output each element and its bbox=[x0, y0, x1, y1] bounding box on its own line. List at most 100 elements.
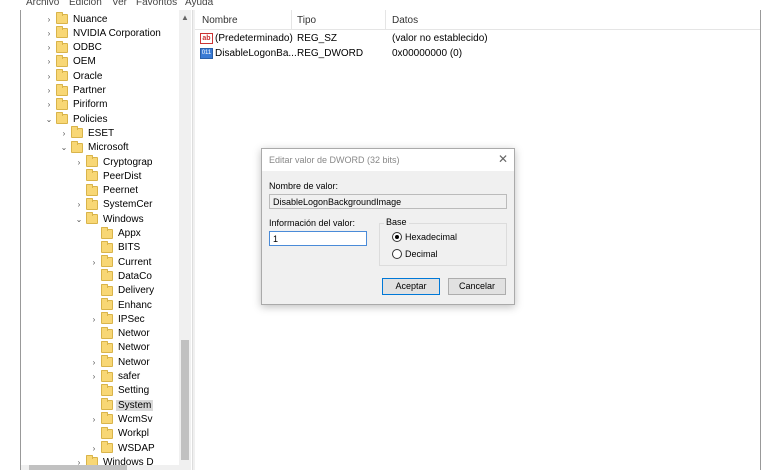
tree-item-label: Networ bbox=[118, 356, 150, 368]
menu-ayuda[interactable]: Ayuda bbox=[185, 0, 213, 8]
chevron-down-icon[interactable]: ⌄ bbox=[59, 143, 69, 152]
tree-item[interactable]: Networ bbox=[89, 326, 152, 341]
tree-item[interactable]: DataCo bbox=[89, 269, 154, 283]
tree-item[interactable]: › Partner bbox=[44, 83, 108, 98]
tree-item[interactable]: › WSDAP bbox=[89, 441, 157, 455]
tree-vertical-scrollbar[interactable]: ▲ bbox=[179, 10, 191, 465]
tree-item[interactable]: Networ bbox=[89, 340, 152, 355]
column-divider[interactable] bbox=[385, 10, 386, 30]
scroll-thumb[interactable] bbox=[181, 340, 189, 460]
tree-item[interactable]: › SystemCer bbox=[74, 197, 154, 212]
value-data-input[interactable]: 1 bbox=[269, 231, 367, 246]
tree-item[interactable]: ⌄ Policies bbox=[44, 112, 109, 126]
tree-item-label: System bbox=[116, 399, 154, 411]
chevron-down-icon[interactable]: ⌄ bbox=[44, 115, 54, 124]
tree-item-label: Setting bbox=[118, 385, 150, 397]
folder-icon bbox=[101, 441, 113, 453]
tree-item[interactable]: System bbox=[89, 398, 154, 412]
base-group bbox=[379, 223, 507, 266]
tree-item[interactable]: Enhanc bbox=[89, 298, 154, 312]
list-row[interactable]: ab (Predeterminado) REG_SZ (valor no est… bbox=[195, 32, 760, 47]
column-header-name[interactable]: Nombre bbox=[202, 15, 238, 26]
scroll-up-icon[interactable]: ▲ bbox=[181, 13, 189, 22]
column-header-type[interactable]: Tipo bbox=[297, 15, 316, 26]
tree-item[interactable]: Peernet bbox=[74, 183, 140, 198]
tree-item[interactable]: Setting bbox=[89, 383, 151, 398]
window-border-right bbox=[760, 10, 761, 470]
tree-item-label: Networ bbox=[118, 342, 150, 354]
value-data: (valor no establecido) bbox=[392, 33, 488, 44]
tree-item[interactable]: › Cryptograp bbox=[74, 155, 154, 169]
tree-item[interactable]: › Current bbox=[89, 255, 153, 269]
chevron-right-icon[interactable]: › bbox=[89, 415, 99, 424]
tree-item-label: NVIDIA Corporation bbox=[73, 27, 161, 39]
menu-ver[interactable]: Ver bbox=[112, 0, 127, 8]
menu-archivo[interactable]: Archivo bbox=[26, 0, 59, 8]
folder-icon bbox=[71, 126, 83, 139]
chevron-right-icon[interactable]: › bbox=[44, 57, 54, 66]
folder-icon bbox=[101, 226, 113, 239]
tree-item[interactable]: › Piriform bbox=[44, 97, 109, 112]
menu-favoritos[interactable]: Favoritos bbox=[136, 0, 177, 8]
chevron-down-icon[interactable]: ⌄ bbox=[74, 215, 84, 224]
radio-dot-icon[interactable] bbox=[392, 232, 402, 242]
folder-icon bbox=[56, 69, 68, 82]
tree-item[interactable]: › Windows D bbox=[74, 455, 156, 465]
tree-item[interactable]: Appx bbox=[89, 226, 143, 241]
tree-item-label: Current bbox=[118, 256, 152, 268]
tree-item-label: DataCo bbox=[118, 270, 152, 282]
tree-item[interactable]: › Oracle bbox=[44, 69, 104, 83]
tree-item[interactable]: ⌄ Microsoft bbox=[59, 140, 131, 155]
radio-decimal[interactable]: Decimal bbox=[392, 249, 438, 259]
chevron-right-icon[interactable]: › bbox=[44, 100, 54, 109]
chevron-right-icon[interactable]: › bbox=[74, 158, 84, 167]
column-header-data[interactable]: Datos bbox=[392, 15, 418, 26]
folder-icon bbox=[101, 383, 113, 396]
cancel-button[interactable]: Cancelar bbox=[448, 278, 506, 295]
tree-item-label: Peernet bbox=[103, 185, 139, 197]
column-divider[interactable] bbox=[291, 10, 292, 30]
scroll-thumb-horizontal[interactable] bbox=[29, 465, 127, 470]
tree-item[interactable]: › ESET bbox=[59, 126, 116, 140]
chevron-right-icon[interactable]: › bbox=[89, 372, 99, 381]
chevron-right-icon[interactable]: › bbox=[44, 15, 54, 24]
ok-button[interactable]: Aceptar bbox=[382, 278, 440, 295]
tree-item[interactable]: ⌄ Windows bbox=[74, 212, 146, 226]
radio-dot-icon[interactable] bbox=[392, 249, 402, 259]
chevron-right-icon[interactable]: › bbox=[89, 358, 99, 367]
tree-horizontal-scrollbar[interactable] bbox=[21, 465, 191, 470]
tree-item[interactable]: › Nuance bbox=[44, 12, 109, 26]
dialog-titlebar[interactable]: Editar valor de DWORD (32 bits) ✕ bbox=[262, 149, 514, 171]
tree-item[interactable]: Workpl bbox=[89, 426, 151, 441]
tree-item[interactable]: › safer bbox=[89, 369, 142, 384]
value-name-field[interactable]: DisableLogonBackgroundImage bbox=[269, 194, 507, 209]
tree-item[interactable]: PeerDist bbox=[74, 169, 143, 183]
tree-item[interactable]: BITS bbox=[89, 240, 142, 255]
chevron-right-icon[interactable]: › bbox=[89, 258, 99, 267]
tree-item[interactable]: › IPSec bbox=[89, 312, 147, 326]
chevron-right-icon[interactable]: › bbox=[89, 315, 99, 324]
tree-item[interactable]: › OEM bbox=[44, 54, 98, 69]
chevron-right-icon[interactable]: › bbox=[59, 129, 69, 138]
tree-item[interactable]: › NVIDIA Corporation bbox=[44, 26, 163, 40]
chevron-right-icon[interactable]: › bbox=[44, 86, 54, 95]
tree-item[interactable]: Delivery bbox=[89, 283, 156, 298]
list-row[interactable]: 011 DisableLogonBa... REG_DWORD 0x000000… bbox=[195, 47, 760, 62]
tree-item-label: WSDAP bbox=[118, 442, 155, 454]
tree-item[interactable]: › ODBC bbox=[44, 40, 104, 55]
chevron-right-icon[interactable]: › bbox=[44, 72, 54, 81]
folder-icon bbox=[101, 255, 113, 268]
tree-item[interactable]: › WcmSv bbox=[89, 412, 154, 426]
chevron-right-icon[interactable]: › bbox=[74, 200, 84, 209]
folder-icon bbox=[86, 455, 98, 465]
chevron-right-icon[interactable]: › bbox=[44, 29, 54, 38]
chevron-right-icon[interactable]: › bbox=[44, 43, 54, 52]
chevron-right-icon[interactable]: › bbox=[74, 458, 84, 465]
menu-edicion[interactable]: Edición bbox=[69, 0, 102, 8]
folder-icon bbox=[101, 355, 113, 368]
chevron-right-icon[interactable]: › bbox=[89, 444, 99, 453]
tree-item[interactable]: › Networ bbox=[89, 355, 152, 369]
tree-item-label: ESET bbox=[88, 127, 115, 139]
radio-hexadecimal[interactable]: Hexadecimal bbox=[392, 232, 457, 242]
close-icon[interactable]: ✕ bbox=[498, 152, 508, 166]
